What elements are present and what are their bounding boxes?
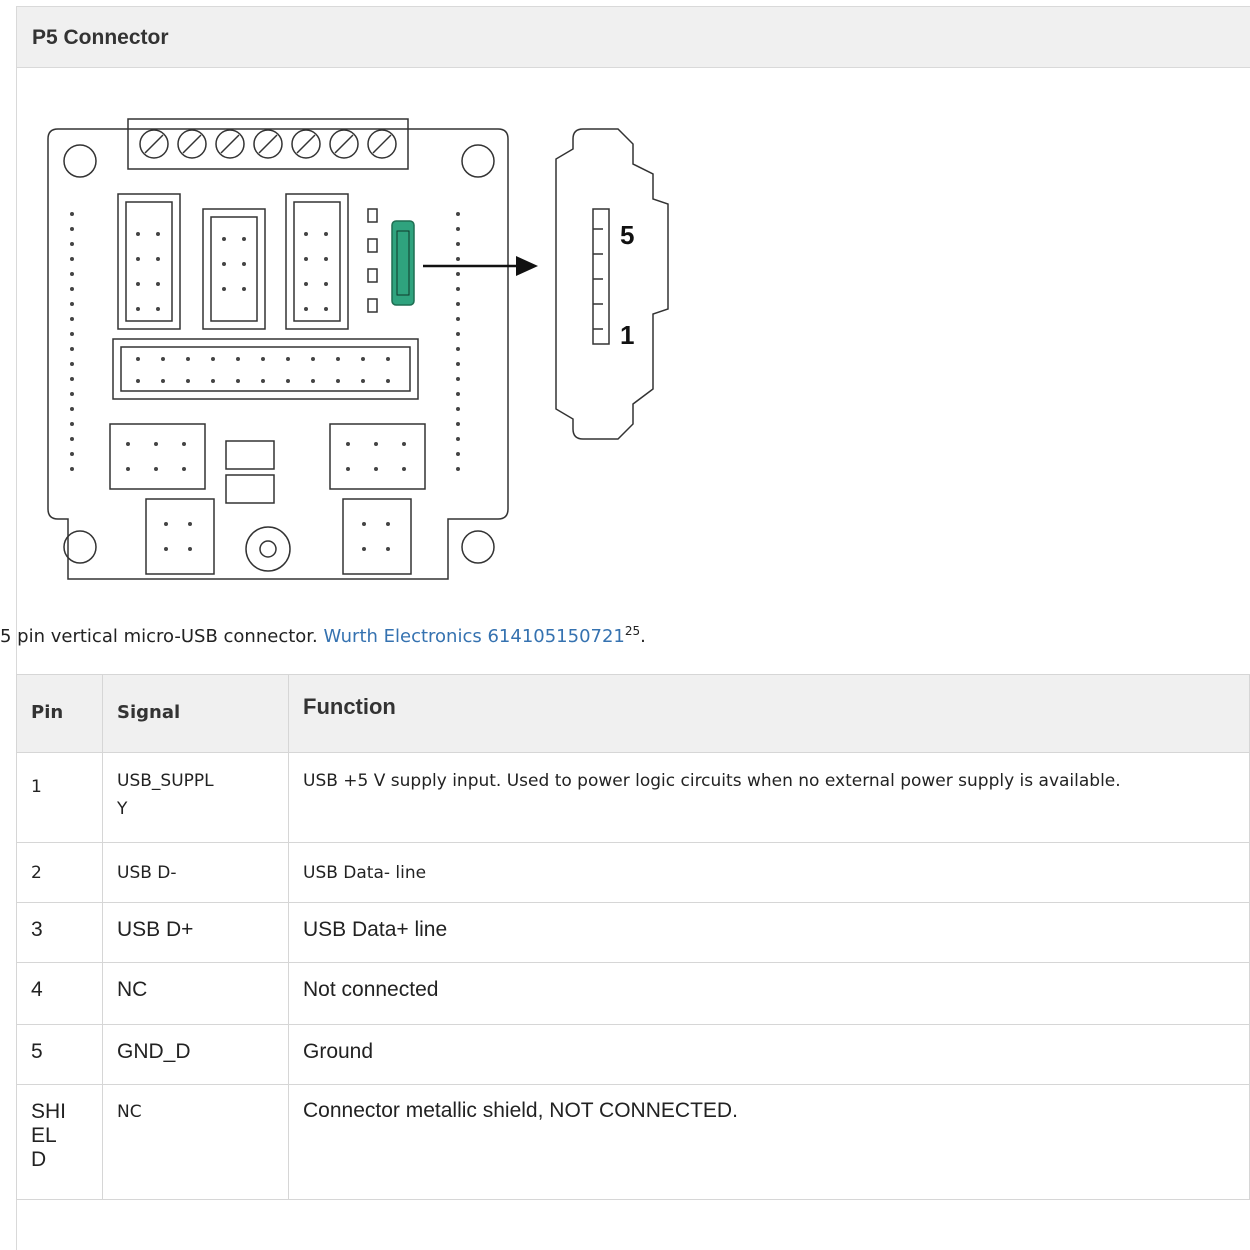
table-row: 2 USB D- USB Data- line: [16, 842, 1250, 903]
header-function: Function: [288, 674, 1250, 753]
function-cell: USB Data- line: [288, 842, 1250, 903]
panel-title: P5 Connector: [32, 26, 169, 49]
table-row: 5 GND_D Ground: [16, 1024, 1250, 1085]
mount-hole: [63, 144, 97, 178]
pin-cell: 3: [16, 902, 103, 963]
header-connector-wide: [112, 338, 419, 400]
table-row: 3 USB D+ USB Data+ line: [16, 902, 1250, 963]
signal-cell: USB D-: [102, 842, 289, 903]
small-connector: [329, 423, 426, 490]
function-cell: USB +5 V supply input. Used to power log…: [288, 752, 1250, 843]
terminal-screws: [139, 129, 397, 159]
mount-hole: [63, 530, 97, 564]
pin-label-1: 1: [620, 320, 634, 350]
pin-cell: 2: [16, 842, 103, 903]
pin-cell: 4: [16, 962, 103, 1025]
small-connector: [145, 498, 215, 575]
table-row: 1 USB_SUPPL Y USB +5 V supply input. Use…: [16, 752, 1250, 843]
micro-usb-highlight: [391, 220, 415, 306]
pin-cell: SHI EL D: [16, 1084, 103, 1200]
datasheet-link[interactable]: Wurth Electronics 614105150721: [323, 626, 624, 647]
pin-table: Pin Signal Function 1 USB_SUPPL Y USB +5…: [16, 674, 1250, 1200]
header-function-label: Function: [303, 694, 396, 719]
header-signal-label: Signal: [117, 702, 181, 723]
caption-end: .: [640, 626, 646, 647]
board-outline: [47, 128, 509, 580]
table-row: SHI EL D NC Connector metallic shield, N…: [16, 1084, 1250, 1200]
table-row: 4 NC Not connected: [16, 962, 1250, 1025]
pin-cell: 1: [16, 752, 103, 843]
header-connector: [117, 193, 181, 330]
mount-hole: [461, 530, 495, 564]
signal-cell: NC: [102, 962, 289, 1025]
small-connector: [109, 423, 206, 490]
function-cell: Ground: [288, 1024, 1250, 1085]
signal-cell: USB_SUPPL Y: [102, 752, 289, 843]
table-header-row: Pin Signal Function: [16, 674, 1250, 753]
small-connector: [342, 498, 412, 575]
signal-cell: GND_D: [102, 1024, 289, 1085]
pin-label-5: 5: [620, 220, 634, 250]
figure-caption: 5 pin vertical micro-USB connector. Wurt…: [0, 624, 646, 647]
board-diagram: 5 1: [47, 118, 669, 580]
header-connector: [202, 208, 266, 330]
ic-chip: [225, 440, 275, 470]
header-connector: [285, 193, 349, 330]
signal-cell: USB D+: [102, 902, 289, 963]
pin-cell: 5: [16, 1024, 103, 1085]
function-cell: Connector metallic shield, NOT CONNECTED…: [288, 1084, 1250, 1200]
header-pin: Pin: [16, 674, 103, 753]
header-signal: Signal: [102, 674, 289, 753]
signal-cell: NC: [102, 1084, 289, 1200]
panel-header: P5 Connector: [17, 7, 1250, 68]
function-cell: USB Data+ line: [288, 902, 1250, 963]
ic-chip: [225, 474, 275, 504]
caption-text: 5 pin vertical micro-USB connector.: [0, 626, 324, 647]
footnote-ref[interactable]: 25: [625, 624, 640, 638]
mount-hole: [461, 144, 495, 178]
center-hole: [245, 526, 291, 572]
header-pin-label: Pin: [31, 702, 64, 723]
connector-detail: [555, 128, 669, 440]
function-cell: Not connected: [288, 962, 1250, 1025]
